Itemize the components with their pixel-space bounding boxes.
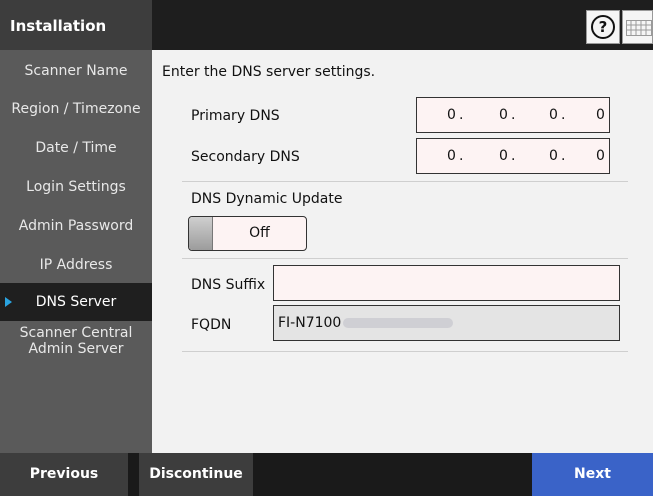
dns-suffix-label: DNS Suffix bbox=[191, 277, 266, 293]
secondary-dns-label: Secondary DNS bbox=[191, 149, 300, 165]
divider bbox=[182, 258, 628, 259]
secondary-dns-input[interactable]: 0. 0. 0. 0 bbox=[416, 138, 610, 174]
redacted-domain bbox=[343, 318, 454, 328]
dns-dynamic-update-label: DNS Dynamic Update bbox=[191, 191, 343, 207]
fqdn-label: FQDN bbox=[191, 317, 232, 333]
ip-octet: 0 bbox=[447, 107, 456, 123]
help-icon: ? bbox=[591, 15, 615, 39]
toggle-knob bbox=[189, 217, 213, 250]
ip-octet: 0 bbox=[596, 107, 605, 123]
previous-button[interactable]: Previous bbox=[0, 453, 128, 496]
ip-octet: 0 bbox=[549, 148, 558, 164]
dns-dynamic-update-toggle[interactable]: Off bbox=[188, 216, 307, 251]
keyboard-button[interactable] bbox=[622, 10, 653, 44]
divider bbox=[182, 351, 628, 352]
sidebar-item-label-line1: Scanner Central bbox=[19, 325, 133, 341]
fqdn-field: FI-N7100 bbox=[273, 305, 620, 341]
ip-octet: 0 bbox=[499, 107, 508, 123]
divider bbox=[182, 181, 628, 182]
sidebar-item-scanner-name[interactable]: Scanner Name bbox=[0, 52, 152, 90]
ip-octet: 0 bbox=[549, 107, 558, 123]
window-title: Installation Wizard bbox=[0, 0, 152, 87]
dns-suffix-input[interactable] bbox=[273, 265, 620, 301]
sidebar-item-admin-password[interactable]: Admin Password bbox=[0, 207, 152, 245]
sidebar-item-dns-server[interactable]: DNS Server bbox=[0, 283, 152, 321]
dns-settings-panel: Enter the DNS server settings. Primary D… bbox=[152, 50, 653, 453]
help-button[interactable]: ? bbox=[586, 10, 620, 44]
toggle-state-label: Off bbox=[249, 225, 270, 241]
sidebar-item-date-time[interactable]: Date / Time bbox=[0, 129, 152, 167]
sidebar-item-label-line2: Admin Server bbox=[28, 341, 124, 357]
next-button[interactable]: Next bbox=[532, 453, 653, 496]
sidebar-item-ip-address[interactable]: IP Address bbox=[0, 246, 152, 284]
sidebar-item-login-settings[interactable]: Login Settings bbox=[0, 168, 152, 206]
ip-octet: 0 bbox=[596, 148, 605, 164]
discontinue-button[interactable]: Discontinue bbox=[139, 453, 253, 496]
ip-octet: 0 bbox=[447, 148, 456, 164]
sidebar-item-region-timezone[interactable]: Region / Timezone bbox=[0, 90, 152, 128]
title-bar: Installation Wizard ? bbox=[0, 0, 653, 87]
sidebar-steps: Scanner Name Region / Timezone Date / Ti… bbox=[0, 50, 152, 453]
fqdn-value: FI-N7100 bbox=[278, 315, 342, 331]
sidebar-item-scanner-central-admin-server[interactable]: Scanner Central Admin Server bbox=[0, 321, 152, 361]
primary-dns-input[interactable]: 0. 0. 0. 0 bbox=[416, 97, 610, 133]
instruction-text: Enter the DNS server settings. bbox=[162, 64, 376, 80]
keyboard-icon bbox=[626, 20, 652, 36]
primary-dns-label: Primary DNS bbox=[191, 108, 280, 124]
ip-octet: 0 bbox=[499, 148, 508, 164]
footer-bar: Previous Discontinue Next bbox=[0, 453, 653, 496]
